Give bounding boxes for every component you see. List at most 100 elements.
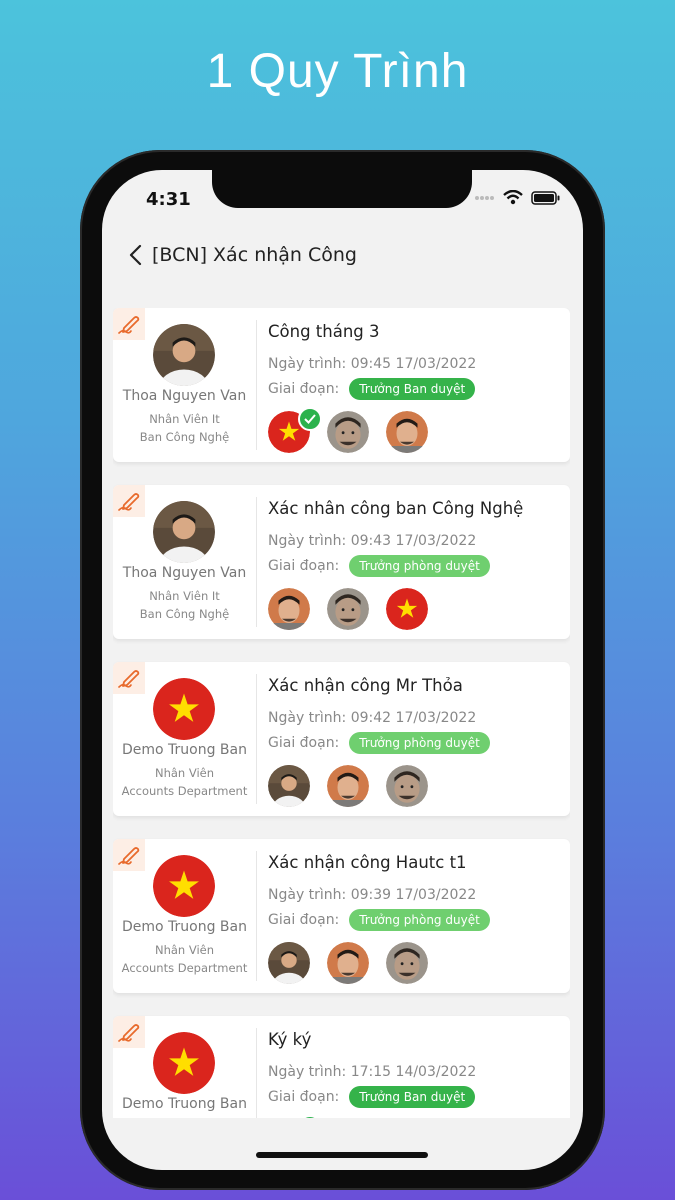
submit-date-row: Ngày trình: 17:15 14/03/2022 xyxy=(268,1064,476,1080)
request-list: Thoa Nguyen Van Nhân Viên It Ban Công Ng… xyxy=(113,308,570,1118)
approver-avatar[interactable] xyxy=(327,411,369,453)
approver-avatar[interactable] xyxy=(386,942,428,984)
status-time: 4:31 xyxy=(146,189,191,210)
requester-name: Demo Truong Ban xyxy=(121,1096,247,1112)
requester-info: Thoa Nguyen Van Nhân Viên It Ban Công Ng… xyxy=(113,308,256,462)
stage-badge: Trưởng phòng duyệt xyxy=(349,732,490,754)
request-card[interactable]: Demo Truong Ban Nhân Viên Ký ký Ngày trì… xyxy=(113,1016,570,1118)
approver-avatar[interactable] xyxy=(268,588,310,630)
requester-department: Ban Công Nghệ xyxy=(139,607,230,621)
avatar xyxy=(153,324,215,386)
nav-bar: [BCN] Xác nhận Công xyxy=(128,244,357,266)
date-label: Ngày trình: xyxy=(268,533,347,549)
divider xyxy=(256,674,257,804)
request-title: Công tháng 3 xyxy=(268,322,380,341)
requester-name: Demo Truong Ban xyxy=(121,919,247,935)
stage-badge: Trưởng phòng duyệt xyxy=(349,555,490,577)
divider xyxy=(256,320,257,450)
divider xyxy=(256,1028,257,1118)
submit-date-row: Ngày trình: 09:39 17/03/2022 xyxy=(268,887,476,903)
check-icon xyxy=(298,1115,322,1118)
requester-role: Nhân Viên xyxy=(154,943,215,957)
requester-name: Thoa Nguyen Van xyxy=(122,388,247,404)
status-icons xyxy=(475,190,561,205)
stage-badge: Trưởng Ban duyệt xyxy=(349,1086,476,1108)
submit-date: 17:15 14/03/2022 xyxy=(350,1064,477,1080)
approver-avatar[interactable] xyxy=(386,765,428,807)
approver-list xyxy=(268,942,428,984)
avatar xyxy=(153,678,215,740)
request-details: Công tháng 3 Ngày trình: 09:45 17/03/202… xyxy=(268,308,570,462)
requester-role: Nhân Viên xyxy=(154,766,215,780)
approver-avatar[interactable] xyxy=(268,765,310,807)
approver-avatar[interactable] xyxy=(327,942,369,984)
stage-label: Giai đoạn: xyxy=(268,558,340,574)
battery-icon xyxy=(531,190,560,205)
page-title: [BCN] Xác nhận Công xyxy=(152,244,357,266)
date-label: Ngày trình: xyxy=(268,356,347,372)
request-card[interactable]: Thoa Nguyen Van Nhân Viên It Ban Công Ng… xyxy=(113,308,570,462)
stage-badge: Trưởng Ban duyệt xyxy=(349,378,476,400)
stage-label: Giai đoạn: xyxy=(268,381,340,397)
approver-list xyxy=(268,588,428,630)
wifi-icon xyxy=(503,190,523,205)
submit-date: 09:43 17/03/2022 xyxy=(350,533,477,549)
notch xyxy=(212,170,472,208)
approver-avatar[interactable] xyxy=(268,942,310,984)
date-label: Ngày trình: xyxy=(268,710,347,726)
date-label: Ngày trình: xyxy=(268,887,347,903)
request-details: Ký ký Ngày trình: 17:15 14/03/2022 Giai … xyxy=(268,1016,570,1118)
requester-department: Accounts Department xyxy=(121,784,248,798)
approver-list xyxy=(268,407,428,453)
requester-info: Demo Truong Ban Nhân Viên xyxy=(113,1016,256,1118)
approver-avatar[interactable] xyxy=(386,411,428,453)
submit-date-row: Ngày trình: 09:43 17/03/2022 xyxy=(268,533,476,549)
requester-name: Demo Truong Ban xyxy=(121,742,247,758)
stage-label: Giai đoạn: xyxy=(268,1089,340,1105)
submit-date: 09:39 17/03/2022 xyxy=(350,887,477,903)
request-card[interactable]: Thoa Nguyen Van Nhân Viên It Ban Công Ng… xyxy=(113,485,570,639)
requester-info: Demo Truong Ban Nhân Viên Accounts Depar… xyxy=(113,839,256,993)
divider xyxy=(256,851,257,981)
date-label: Ngày trình: xyxy=(268,1064,347,1080)
app-screen: 4:31 [BCN] Xác nhận Công Thoa Nguyen Van… xyxy=(102,170,583,1170)
stage-label: Giai đoạn: xyxy=(268,735,340,751)
stage-row: Giai đoạn: Trưởng phòng duyệt xyxy=(268,732,490,754)
request-card[interactable]: Demo Truong Ban Nhân Viên Accounts Depar… xyxy=(113,662,570,816)
avatar xyxy=(153,1032,215,1094)
stage-row: Giai đoạn: Trưởng Ban duyệt xyxy=(268,378,476,400)
request-card[interactable]: Demo Truong Ban Nhân Viên Accounts Depar… xyxy=(113,839,570,993)
request-details: Xác nhân công ban Công Nghệ Ngày trình: … xyxy=(268,485,570,639)
back-icon[interactable] xyxy=(128,244,144,266)
approver-list xyxy=(268,765,428,807)
divider xyxy=(256,497,257,627)
home-indicator xyxy=(256,1152,428,1158)
signal-icon xyxy=(475,195,494,200)
avatar xyxy=(153,501,215,563)
request-title: Xác nhân công ban Công Nghệ xyxy=(268,499,524,518)
submit-date: 09:45 17/03/2022 xyxy=(350,356,477,372)
approver-avatar[interactable] xyxy=(268,407,322,453)
request-details: Xác nhận công Hautc t1 Ngày trình: 09:39… xyxy=(268,839,570,993)
request-details: Xác nhận công Mr Thỏa Ngày trình: 09:42 … xyxy=(268,662,570,816)
headline: 1 Quy Trình xyxy=(206,45,469,98)
requester-name: Thoa Nguyen Van xyxy=(122,565,247,581)
submit-date: 09:42 17/03/2022 xyxy=(350,710,477,726)
approver-avatar[interactable] xyxy=(327,588,369,630)
check-icon xyxy=(298,407,322,431)
requester-role: Nhân Viên It xyxy=(149,589,220,603)
stage-row: Giai đoạn: Trưởng phòng duyệt xyxy=(268,555,490,577)
request-title: Ký ký xyxy=(268,1030,312,1049)
requester-department: Ban Công Nghệ xyxy=(139,430,230,444)
requester-role: Nhân Viên It xyxy=(149,412,220,426)
phone-frame: 4:31 [BCN] Xác nhận Công Thoa Nguyen Van… xyxy=(80,150,605,1190)
submit-date-row: Ngày trình: 09:42 17/03/2022 xyxy=(268,710,476,726)
request-title: Xác nhận công Hautc t1 xyxy=(268,853,467,872)
approver-avatar[interactable] xyxy=(327,765,369,807)
request-title: Xác nhận công Mr Thỏa xyxy=(268,676,463,695)
stage-row: Giai đoạn: Trưởng phòng duyệt xyxy=(268,909,490,931)
requester-department: Accounts Department xyxy=(121,961,248,975)
requester-info: Demo Truong Ban Nhân Viên Accounts Depar… xyxy=(113,662,256,816)
approver-avatar[interactable] xyxy=(386,588,428,630)
stage-row: Giai đoạn: Trưởng Ban duyệt xyxy=(268,1086,476,1108)
